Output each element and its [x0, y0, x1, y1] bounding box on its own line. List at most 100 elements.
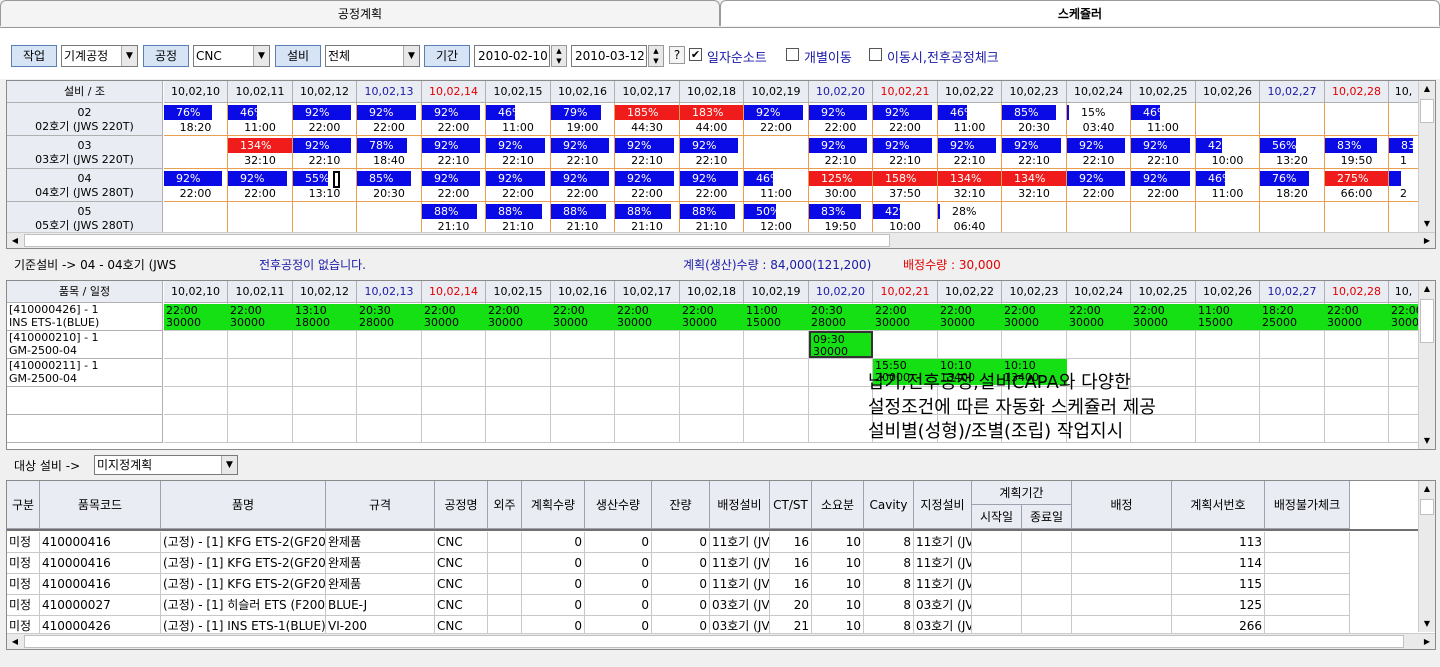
- schedule-cell[interactable]: 88% 21:10: [680, 202, 744, 235]
- schedule-cell[interactable]: 88% 21:10: [422, 202, 486, 235]
- schedule-cell[interactable]: 158% 37:50: [873, 169, 938, 202]
- schedule-cell[interactable]: 92% 22:10: [873, 136, 938, 169]
- item-schedule-cell[interactable]: [809, 415, 873, 443]
- item-row-header[interactable]: [410000210] - 1 GM-2500-04: [7, 331, 163, 359]
- item-schedule-cell[interactable]: [1325, 415, 1389, 443]
- production-block[interactable]: 18:20 25000: [1260, 304, 1325, 330]
- schedule-cell[interactable]: 92% 22:10: [293, 136, 357, 169]
- item-schedule-cell[interactable]: [809, 359, 873, 387]
- schedule-cell[interactable]: 76% 18:20: [164, 103, 228, 136]
- schedule-cell[interactable]: 185% 44:30: [615, 103, 680, 136]
- table-row[interactable]: 미정 410000416 (고정) - [1] KFG ETS-2(GF200) 완제…: [7, 553, 1350, 574]
- item-schedule-cell[interactable]: [164, 387, 228, 415]
- schedule-cell[interactable]: 92% 22:00: [228, 169, 293, 202]
- item-schedule-cell[interactable]: [680, 331, 744, 359]
- item-schedule-cell[interactable]: [357, 331, 422, 359]
- item-schedule-cell[interactable]: [1131, 359, 1196, 387]
- vertical-scrollbar[interactable]: ▲ ▼: [1418, 281, 1435, 449]
- schedule-cell[interactable]: 92% 22:00: [357, 103, 422, 136]
- date-to-field[interactable]: 2010-03-12: [571, 45, 647, 67]
- schedule-cell[interactable]: 134% 32:10: [228, 136, 293, 169]
- schedule-cell[interactable]: 78% 18:40: [357, 136, 422, 169]
- work-combo[interactable]: 기계공정 ▼: [61, 45, 138, 67]
- equipment-row-header[interactable]: 04 04호기 (JWS 280T): [7, 169, 163, 202]
- table-header[interactable]: CT/ST: [770, 481, 812, 529]
- scroll-down-icon[interactable]: ▼: [1419, 616, 1435, 632]
- table-header[interactable]: 생산수량: [585, 481, 652, 529]
- schedule-cell[interactable]: 92% 22:00: [615, 169, 680, 202]
- production-block[interactable]: 22:0030000: [1325, 304, 1389, 330]
- item-schedule-cell[interactable]: [744, 415, 809, 443]
- item-schedule-cell[interactable]: [357, 359, 422, 387]
- schedule-cell[interactable]: 92% 22:10: [422, 136, 486, 169]
- item-schedule-cell[interactable]: [1325, 359, 1389, 387]
- schedule-cell[interactable]: 42% 10:00: [1196, 136, 1260, 169]
- individual-move-checkbox[interactable]: [786, 48, 799, 61]
- item-row-header[interactable]: [7, 415, 163, 443]
- table-header[interactable]: 계획서번호: [1172, 481, 1265, 529]
- chevron-down-icon[interactable]: ▼: [121, 46, 137, 66]
- schedule-cell[interactable]: 92% 22:00: [744, 103, 809, 136]
- schedule-cell[interactable]: [744, 136, 809, 169]
- equipment-combo[interactable]: 전체 ▼: [325, 45, 420, 67]
- item-schedule-cell[interactable]: [164, 331, 228, 359]
- table-header[interactable]: 구분: [7, 481, 40, 529]
- schedule-cell[interactable]: 92% 22:00: [164, 169, 228, 202]
- date-from-spinner[interactable]: ▲ ▼: [551, 45, 567, 67]
- scroll-thumb[interactable]: [24, 635, 1404, 648]
- scroll-thumb[interactable]: [1420, 299, 1434, 343]
- equipment-row-header[interactable]: 03 03호기 (JWS 220T): [7, 136, 163, 169]
- schedule-cell[interactable]: [164, 136, 228, 169]
- schedule-cell[interactable]: [1196, 202, 1260, 235]
- item-schedule-cell[interactable]: [1325, 331, 1389, 359]
- production-block[interactable]: 22:0030000: [938, 304, 1002, 330]
- item-schedule-cell[interactable]: [1260, 387, 1325, 415]
- schedule-cell[interactable]: 46% 11:00: [486, 103, 551, 136]
- scroll-down-icon[interactable]: ▼: [1419, 433, 1435, 449]
- item-schedule-cell[interactable]: [551, 331, 615, 359]
- tab-process-plan[interactable]: 공정계획: [0, 0, 720, 26]
- schedule-cell[interactable]: 125% 30:00: [809, 169, 873, 202]
- schedule-cell[interactable]: 275% 66:00: [1325, 169, 1389, 202]
- table-row[interactable]: 미정 410000027 (고정) - [1] 히슬러 ETS (F200) BLUE…: [7, 595, 1350, 616]
- schedule-cell[interactable]: 42% 10:00: [873, 202, 938, 235]
- horizontal-scrollbar[interactable]: ◀ ▶: [7, 633, 1435, 649]
- item-schedule-cell[interactable]: [938, 331, 1002, 359]
- scroll-up-icon[interactable]: ▲: [1419, 481, 1435, 497]
- schedule-cell[interactable]: 92% 22:00: [873, 103, 938, 136]
- item-schedule-cell[interactable]: [293, 415, 357, 443]
- schedule-cell[interactable]: 28% 06:40: [938, 202, 1002, 235]
- table-header[interactable]: 배정: [1072, 481, 1172, 529]
- table-subheader[interactable]: 시작일: [972, 505, 1022, 529]
- schedule-cell[interactable]: 55% 13:10: [293, 169, 357, 202]
- item-schedule-cell[interactable]: [1196, 387, 1260, 415]
- production-block[interactable]: 20:30 28000: [809, 304, 873, 330]
- schedule-cell[interactable]: 92% 22:10: [486, 136, 551, 169]
- schedule-cell[interactable]: 92% 22:10: [551, 136, 615, 169]
- schedule-cell[interactable]: [1325, 103, 1389, 136]
- schedule-cell[interactable]: 92% 22:10: [1131, 136, 1196, 169]
- production-block[interactable]: 22:0030000: [615, 304, 680, 330]
- item-schedule-cell[interactable]: [1067, 331, 1131, 359]
- table-header[interactable]: 품명: [161, 481, 326, 529]
- equipment-button[interactable]: 설비: [275, 45, 321, 67]
- schedule-cell[interactable]: [1196, 103, 1260, 136]
- schedule-cell[interactable]: 92% 22:10: [809, 136, 873, 169]
- item-schedule-cell[interactable]: [164, 415, 228, 443]
- chevron-down-icon[interactable]: ▼: [221, 456, 237, 474]
- schedule-cell[interactable]: 83% 19:50: [809, 202, 873, 235]
- item-schedule-cell[interactable]: [1389, 415, 1419, 443]
- item-schedule-cell[interactable]: [551, 359, 615, 387]
- item-schedule-cell[interactable]: [1260, 331, 1325, 359]
- table-header[interactable]: 잔량: [652, 481, 710, 529]
- table-header[interactable]: 배정불가체크: [1265, 481, 1350, 529]
- schedule-cell[interactable]: 183% 44:00: [680, 103, 744, 136]
- vertical-scrollbar[interactable]: ▲ ▼: [1418, 81, 1435, 232]
- pre-post-check-checkbox[interactable]: [869, 48, 882, 61]
- item-schedule-cell[interactable]: [228, 415, 293, 443]
- table-header[interactable]: 규격: [326, 481, 435, 529]
- date-to-spinner[interactable]: ▲ ▼: [648, 45, 664, 67]
- scroll-right-icon[interactable]: ▶: [1419, 634, 1435, 649]
- date-from-field[interactable]: 2010-02-10: [474, 45, 550, 67]
- schedule-cell[interactable]: [164, 202, 228, 235]
